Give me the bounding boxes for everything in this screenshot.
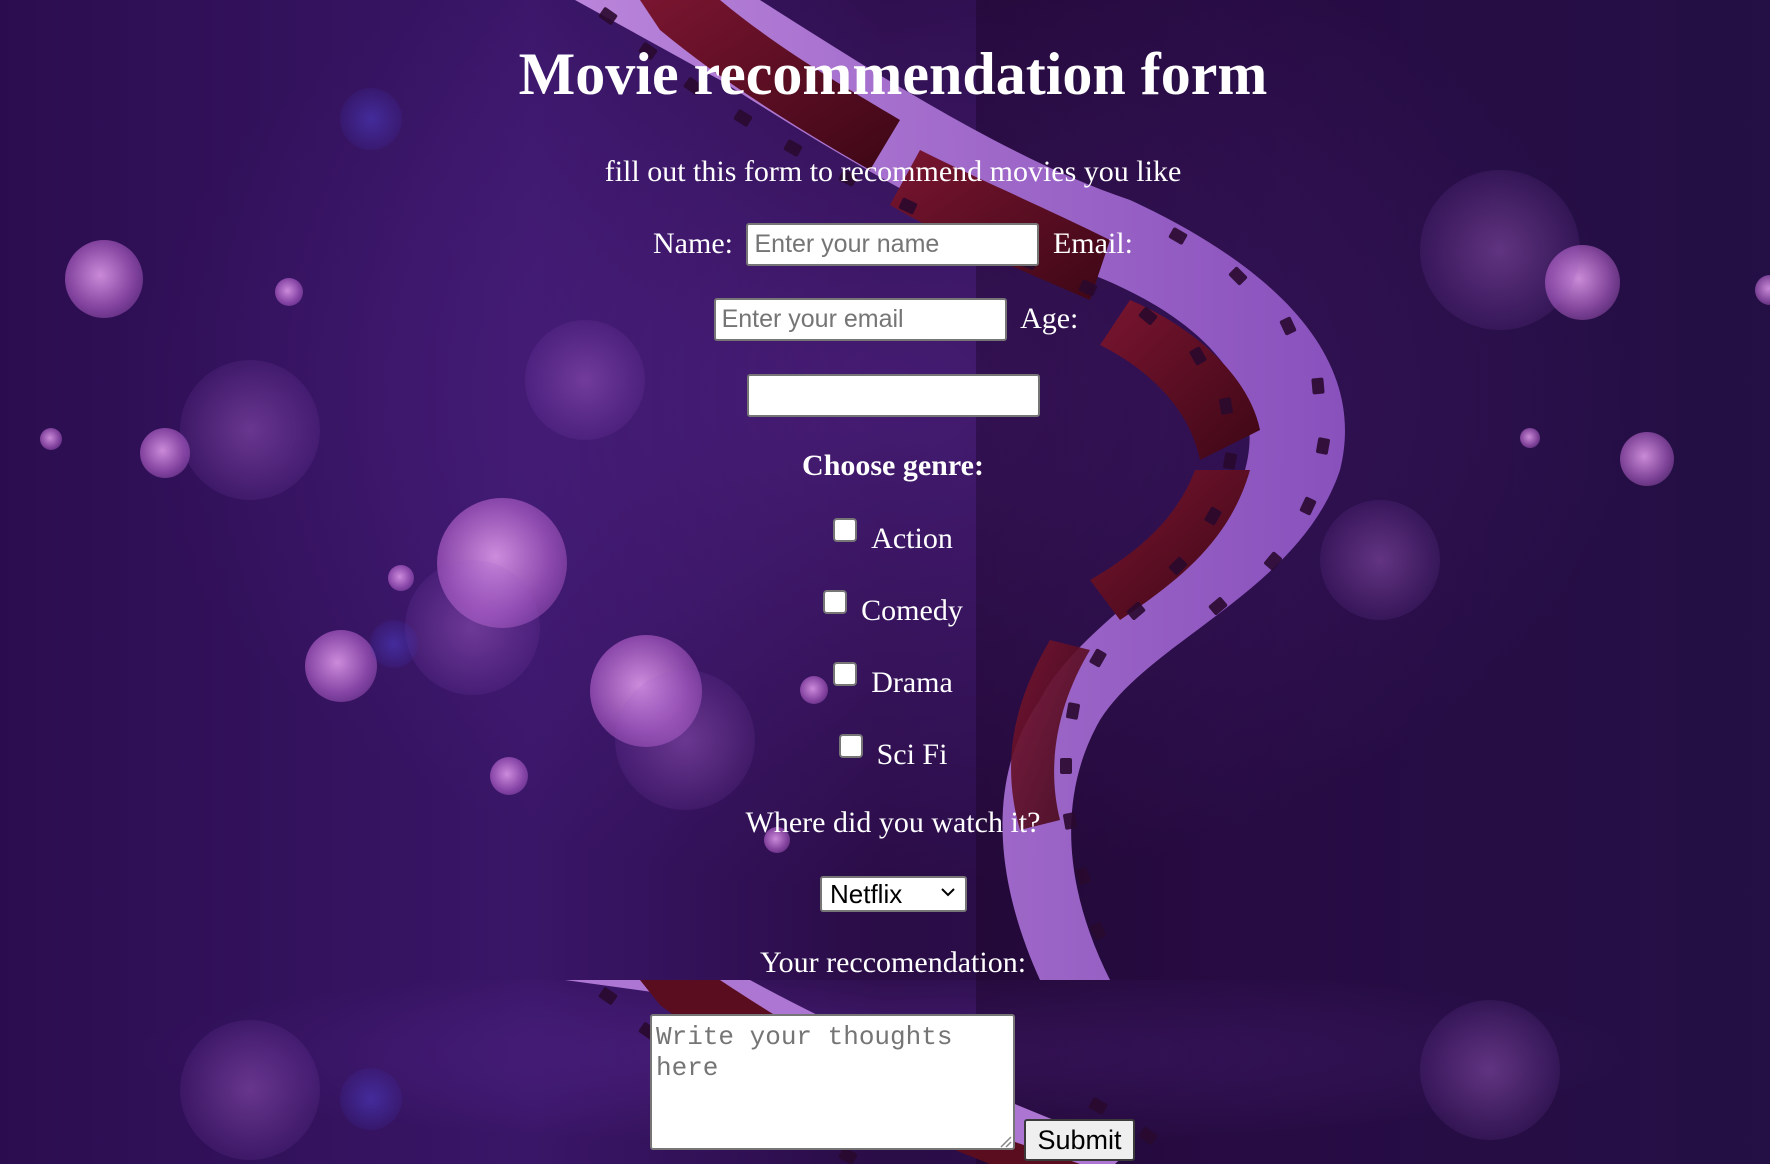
platform-question: Where did you watch it? <box>745 806 1041 839</box>
genre-label-action: Action <box>871 522 953 555</box>
genre-checkbox-scifi[interactable] <box>838 734 863 758</box>
genre-label-comedy: Comedy <box>861 594 963 627</box>
genre-option-scifi[interactable]: Sci Fi <box>0 734 1770 775</box>
email-label: Email: <box>1052 227 1133 261</box>
submit-button[interactable]: Submit <box>1024 1119 1135 1161</box>
recommendation-textarea[interactable] <box>650 1014 1015 1150</box>
platform-selected-value: Netflix <box>830 879 903 909</box>
recommendation-label: Your reccomendation: <box>759 946 1027 979</box>
genre-label-drama: Drama <box>871 666 953 699</box>
page-subtitle: fill out this form to recommend movies y… <box>604 155 1182 188</box>
age-input[interactable] <box>746 373 1040 417</box>
age-row <box>0 373 1770 417</box>
page-title: Movie recommendation form <box>518 41 1268 107</box>
genre-label-scifi: Sci Fi <box>876 738 948 771</box>
email-input[interactable] <box>713 297 1007 341</box>
chevron-down-icon <box>941 888 955 897</box>
genre-heading: Choose genre: <box>802 449 984 482</box>
genre-option-action[interactable]: Action <box>0 518 1770 559</box>
genre-checkbox-drama[interactable] <box>833 662 858 686</box>
genre-checkbox-action[interactable] <box>833 518 858 542</box>
email-age-row: Age: <box>0 297 1770 341</box>
genre-option-comedy[interactable]: Comedy <box>0 590 1770 631</box>
name-email-row: Name: Email: <box>0 222 1770 266</box>
recommendation-form: Movie recommendation form fill out this … <box>0 0 1770 1164</box>
name-input[interactable] <box>746 222 1040 266</box>
age-label: Age: <box>1020 302 1079 336</box>
resize-grip-icon[interactable] <box>998 1134 1012 1148</box>
name-label: Name: <box>653 227 733 261</box>
genre-option-drama[interactable]: Drama <box>0 662 1770 703</box>
genre-checkbox-comedy[interactable] <box>823 590 848 614</box>
platform-select[interactable]: Netflix <box>820 876 967 912</box>
